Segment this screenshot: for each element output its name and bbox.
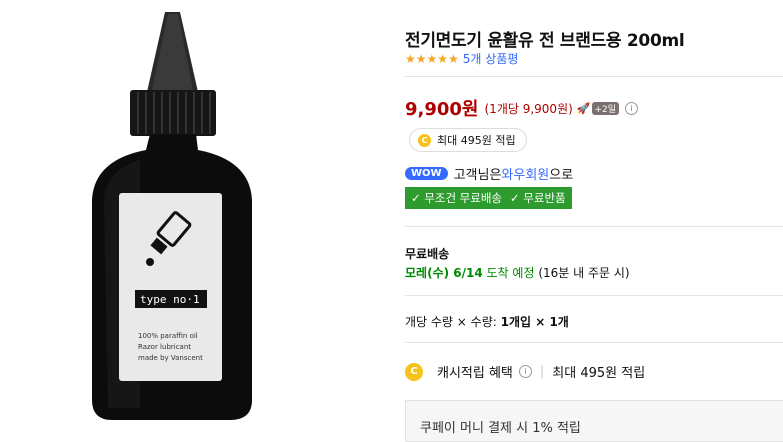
label-brand-text: type no·1 — [140, 293, 200, 306]
sale-price: 9,900원 — [405, 99, 479, 120]
divider — [405, 342, 783, 343]
product-bottle-image[interactable]: type no·1 100% paraffin oil Razor lubric… — [0, 0, 380, 434]
label-line-3: made by Vanscent — [138, 354, 203, 362]
divider — [405, 226, 783, 227]
rocket-icon: 🚀 — [576, 101, 591, 115]
product-title: 전기면도기 윤활유 전 브랜드용 200ml — [405, 31, 685, 51]
rocket-delivery-badge: 🚀 +2일 — [576, 101, 620, 115]
arrival-text: 도착 예정 — [482, 266, 535, 280]
quantity-label: 개당 수량 × 수량: — [405, 315, 501, 329]
coupay-text: 쿠페이 머니 결제 시 1% 적립 — [420, 421, 581, 436]
free-shipping-banner: ✓ 무조건 무료배송 ✓ 무료반품 — [405, 187, 572, 209]
wow-prefix: 고객님은 — [453, 168, 502, 183]
free-shipping-text: ✓ 무조건 무료배송 — [411, 191, 503, 205]
coin-icon: C — [418, 133, 431, 147]
price-row: 9,900원 (1개당 9,900원) 🚀 +2일 i — [405, 95, 639, 121]
product-info-panel: 전기면도기 윤활유 전 브랜드용 200ml ★★★★★ 5개 상품평 9,90… — [405, 0, 783, 442]
quantity-value: 1개입 × 1개 — [500, 315, 569, 329]
cash-reward-row: C 캐시적립 혜택 i | 최대 495원 적립 — [405, 362, 645, 381]
coin-icon: C — [405, 362, 423, 381]
wow-badge: WOW — [405, 167, 448, 180]
label-line-2: Razor lubricant — [138, 343, 191, 351]
info-icon[interactable]: i — [625, 101, 639, 115]
label-line-1: 100% paraffin oil — [138, 332, 198, 340]
review-count-link[interactable]: 5개 상품평 — [463, 50, 519, 67]
cash-reward-value: 최대 495원 적립 — [552, 366, 646, 381]
info-icon[interactable]: i — [518, 365, 532, 378]
wow-member-row: WOW 고객님은 와우회원 으로 — [405, 164, 573, 183]
wow-member-link[interactable]: 와우회원 — [501, 164, 549, 183]
arrival-date: 모레(수) 6/14 — [405, 266, 483, 280]
star-rating-icon: ★★★★★ — [405, 51, 459, 66]
divider — [405, 76, 783, 77]
divider — [405, 295, 783, 296]
arrival-estimate: 모레(수) 6/14 도착 예정 (16분 내 주문 시) — [405, 264, 630, 281]
rating-row: ★★★★★ 5개 상품평 — [405, 50, 518, 67]
order-cutoff: (16분 내 주문 시) — [534, 266, 630, 280]
shipping-title: 무료배송 — [405, 247, 450, 261]
reward-pill: C 최대 495원 적립 — [409, 128, 527, 152]
reward-text: 최대 495원 적립 — [437, 134, 516, 147]
quantity-info: 개당 수량 × 수량: 1개입 × 1개 — [405, 313, 569, 330]
unit-price: (1개당 9,900원) — [484, 101, 573, 116]
wow-suffix: 으로 — [549, 168, 574, 183]
coupay-box: 쿠페이 머니 결제 시 1% 적립 — [405, 400, 783, 442]
free-returns-text: ✓ 무료반품 — [510, 191, 566, 205]
separator: | — [539, 364, 545, 379]
delivery-days-badge: +2일 — [591, 101, 620, 115]
cash-reward-label: 캐시적립 혜택 — [437, 366, 513, 381]
product-image-area: type no·1 100% paraffin oil Razor lubric… — [0, 0, 380, 434]
